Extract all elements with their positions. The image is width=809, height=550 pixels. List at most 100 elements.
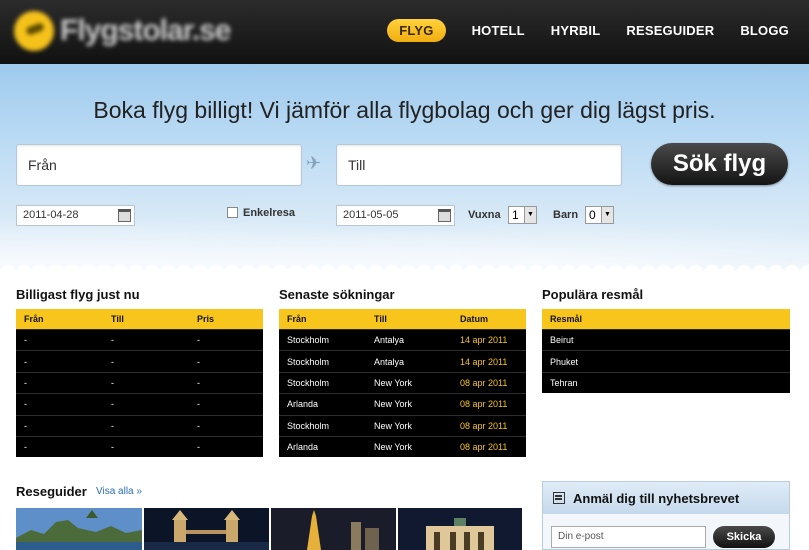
nav-flyg[interactable]: FLYG — [387, 19, 446, 42]
cell: Stockholm — [287, 335, 330, 346]
search-flights-button[interactable]: Sök flyg — [651, 143, 788, 185]
guides-view-all-link[interactable]: Visa alla » — [96, 486, 142, 497]
children-label: Barn — [553, 209, 579, 221]
table-row[interactable]: --- — [16, 371, 263, 393]
children-select[interactable]: 0 ▼ — [585, 206, 614, 224]
cell: New York — [374, 377, 413, 388]
nav-hotell[interactable]: HOTELL — [472, 23, 525, 38]
cheapest-title: Billigast flyg just nu — [16, 287, 140, 302]
cell: - — [24, 420, 27, 431]
logo-plane-icon — [14, 11, 54, 51]
cell: Antalya — [374, 356, 405, 367]
from-input[interactable]: Från — [16, 144, 302, 186]
hero-headline: Boka flyg billigt! Vi jämför alla flygbo… — [93, 97, 716, 123]
cell: - — [24, 335, 27, 346]
cell: - — [24, 377, 27, 388]
cell: New York — [374, 442, 413, 453]
cell: New York — [374, 420, 413, 431]
popular-title: Populära resmål — [542, 287, 644, 302]
cell: - — [111, 335, 114, 346]
cell: Antalya — [374, 335, 405, 346]
guide-image-paris[interactable] — [271, 508, 396, 550]
table-row[interactable]: Stockholm Antalya 14 apr 2011 — [279, 329, 526, 350]
recent-table: Från Till Datum Stockholm Antalya 14 apr 2… — [279, 309, 526, 458]
logo-text: Flygstolar.se — [60, 14, 231, 47]
cell: - — [24, 399, 27, 410]
nav-hyrbil[interactable]: HYRBIL — [551, 23, 601, 38]
nav-blogg[interactable]: BLOGG — [740, 23, 789, 38]
table-row[interactable]: Stockholm New York 08 apr 2011 — [279, 414, 526, 436]
cell: Beirut — [550, 335, 574, 346]
oneway-label: Enkelresa — [243, 207, 295, 219]
cell: Stockholm — [287, 420, 330, 431]
table-row[interactable]: --- — [16, 329, 263, 350]
cell: 08 apr 2011 — [460, 399, 508, 410]
newsletter-header: Anmäl dig till nyhetsbrevet — [543, 482, 789, 514]
top-bar: Flygstolar.se FLYG HOTELL HYRBIL RESEGUI… — [0, 0, 809, 64]
table-row[interactable]: --- — [16, 393, 263, 414]
newsletter-send-button[interactable]: Skicka — [713, 526, 775, 548]
cell: 14 apr 2011 — [460, 356, 508, 367]
to-input[interactable]: Till — [336, 144, 622, 186]
cell: - — [197, 335, 200, 346]
table-row[interactable]: Arlanda New York 08 apr 2011 — [279, 393, 526, 414]
cell: Phuket — [550, 356, 579, 367]
cell: - — [197, 356, 200, 367]
calendar-icon[interactable] — [118, 209, 131, 222]
cell: - — [111, 420, 114, 431]
table-row[interactable]: Stockholm New York 08 apr 2011 — [279, 371, 526, 393]
table-row[interactable]: Arlanda New York 08 apr 2011 — [279, 435, 526, 457]
cell: - — [24, 356, 27, 367]
chevron-down-icon: ▼ — [524, 207, 536, 223]
col-header: Till — [111, 314, 124, 324]
recent-title: Senaste sökningar — [279, 287, 395, 302]
col-header: Från — [287, 314, 307, 324]
guide-image-berlin[interactable] — [398, 508, 522, 550]
cell: - — [111, 356, 114, 367]
cell: 14 apr 2011 — [460, 335, 508, 346]
depart-date-field[interactable]: 2011-04-28 — [16, 205, 135, 226]
cell: Arlanda — [287, 399, 319, 410]
table-row[interactable]: --- — [16, 414, 263, 436]
newsletter-title: Anmäl dig till nyhetsbrevet — [573, 490, 740, 506]
table-row[interactable]: Stockholm Antalya 14 apr 2011 — [279, 350, 526, 371]
col-header: Datum — [460, 314, 489, 324]
guide-image-london[interactable] — [144, 508, 269, 550]
cell: Stockholm — [287, 356, 330, 367]
cell: - — [24, 442, 27, 453]
table-row[interactable]: Beirut — [542, 329, 790, 350]
table-row[interactable]: Tehran — [542, 371, 790, 393]
oneway-checkbox[interactable] — [227, 207, 238, 218]
return-date-value: 2011-05-05 — [343, 209, 399, 221]
table-row[interactable]: --- — [16, 350, 263, 371]
adults-value: 1 — [512, 208, 519, 222]
cell: - — [111, 399, 114, 410]
guide-image-rio[interactable] — [16, 508, 142, 550]
col-header: Från — [24, 314, 44, 324]
cell: - — [197, 420, 200, 431]
table-row[interactable]: Phuket — [542, 350, 790, 371]
col-header: Pris — [197, 314, 215, 324]
cell: Arlanda — [287, 442, 319, 453]
cell: - — [111, 442, 114, 453]
adults-label: Vuxna — [468, 209, 501, 221]
table-header: Från Till Datum — [279, 309, 526, 329]
cell: 08 apr 2011 — [460, 442, 508, 453]
cell: 08 apr 2011 — [460, 420, 508, 431]
depart-date-value: 2011-04-28 — [23, 209, 79, 221]
nav-reseguider[interactable]: RESEGUIDER — [626, 23, 714, 38]
cell: - — [111, 377, 114, 388]
col-header: Till — [374, 314, 387, 324]
cell: Tehran — [550, 377, 578, 388]
adults-select[interactable]: 1 ▼ — [508, 206, 537, 224]
table-row[interactable]: --- — [16, 435, 263, 457]
cell: 08 apr 2011 — [460, 377, 508, 388]
newsletter-box: Anmäl dig till nyhetsbrevet Din e-post S… — [542, 481, 790, 550]
main-nav: FLYG HOTELL HYRBIL RESEGUIDER BLOGG — [387, 19, 789, 42]
calendar-icon[interactable] — [438, 209, 451, 222]
newsletter-email-input[interactable]: Din e-post — [551, 526, 706, 548]
return-date-field[interactable]: 2011-05-05 — [336, 205, 455, 226]
chevron-down-icon: ▼ — [601, 207, 613, 223]
col-header: Resmål — [550, 314, 583, 324]
site-logo[interactable]: Flygstolar.se — [14, 10, 231, 52]
